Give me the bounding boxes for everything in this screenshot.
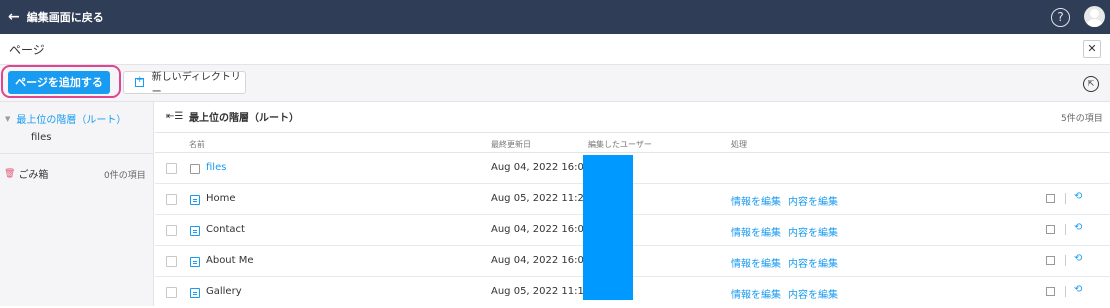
edit-info-link[interactable]: 情報を編集 — [731, 255, 781, 270]
action-divider — [1065, 255, 1066, 266]
new-directory-button[interactable]: 新しいディレクトリー — [123, 71, 246, 98]
column-name[interactable]: 名前 — [189, 139, 205, 150]
trash-count: 0件の項目 — [104, 171, 146, 181]
sidebar — [0, 102, 154, 306]
arrow-left-icon: ← — [8, 9, 20, 25]
avatar[interactable] — [1084, 6, 1105, 27]
edit-info-link[interactable]: 情報を編集 — [731, 224, 781, 239]
top-bar: ← 編集画面に戻る — [0, 0, 1110, 34]
row-name[interactable]: Contact — [206, 224, 245, 235]
edit-info-link[interactable]: 情報を編集 — [731, 193, 781, 208]
row-date: Aug 05, 2022 11:20 — [491, 193, 591, 204]
history-icon[interactable]: ⟲ — [1074, 191, 1082, 202]
row-name[interactable]: Gallery — [206, 286, 242, 297]
row-checkbox[interactable] — [166, 225, 177, 236]
sidebar-divider — [0, 153, 154, 154]
item-count: 5件の項目 — [1061, 114, 1103, 124]
tree-root-label: 最上位の階層（ルート） — [16, 115, 127, 126]
edit-content-link[interactable]: 内容を編集 — [788, 286, 838, 301]
preview-icon[interactable] — [1046, 287, 1055, 296]
preview-icon[interactable] — [1046, 194, 1055, 203]
preview-icon[interactable] — [1046, 256, 1055, 265]
caret-down-icon: ▼ — [5, 114, 11, 123]
column-user[interactable]: 編集したユーザー — [588, 139, 652, 150]
collapse-list-icon[interactable]: ⇤☰ — [166, 111, 183, 122]
page-icon — [190, 257, 200, 267]
new-directory-label: 新しいディレクトリー — [151, 71, 241, 98]
history-icon[interactable]: ⟲ — [1074, 253, 1082, 264]
redaction-block — [583, 155, 633, 300]
back-label: 編集画面に戻る — [26, 11, 104, 24]
row-checkbox[interactable] — [166, 163, 177, 174]
row-date: Aug 05, 2022 11:19 — [491, 286, 591, 297]
trash-item[interactable]: 🗑 ごみ箱 — [4, 166, 49, 182]
edit-content-link[interactable]: 内容を編集 — [788, 193, 838, 208]
row-name[interactable]: About Me — [206, 255, 254, 266]
add-page-button[interactable]: ページを追加する — [8, 71, 110, 94]
history-icon[interactable]: ⟲ — [1074, 222, 1082, 233]
current-directory-label: 最上位の階層（ルート） — [189, 113, 299, 124]
tree-root-item[interactable]: ▼ 最上位の階層（ルート） — [5, 111, 127, 127]
row-date: Aug 04, 2022 16:03 — [491, 255, 591, 266]
row-checkbox[interactable] — [166, 287, 177, 298]
row-name[interactable]: Home — [206, 193, 236, 204]
export-icon[interactable]: ⇱ — [1083, 76, 1099, 92]
action-divider — [1065, 193, 1066, 204]
page-icon — [190, 195, 200, 205]
trash-icon: 🗑 — [4, 168, 16, 179]
history-icon[interactable]: ⟲ — [1074, 284, 1082, 295]
help-icon[interactable]: ? — [1051, 8, 1070, 27]
add-folder-icon — [135, 75, 144, 87]
folder-icon — [190, 164, 200, 174]
edit-content-link[interactable]: 内容を編集 — [788, 255, 838, 270]
back-to-editor-link[interactable]: ← 編集画面に戻る — [8, 9, 104, 25]
row-date: Aug 04, 2022 16:03 — [491, 162, 591, 173]
row-checkbox[interactable] — [166, 256, 177, 267]
page-icon — [190, 226, 200, 236]
column-actions: 処理 — [731, 140, 747, 149]
action-divider — [1065, 286, 1066, 297]
close-button[interactable]: ✕ — [1083, 40, 1101, 58]
row-name[interactable]: files — [206, 162, 226, 173]
page-title: ページ — [9, 42, 45, 57]
action-divider — [1065, 224, 1066, 235]
page-header: ページ — [0, 34, 1110, 65]
edit-info-link[interactable]: 情報を編集 — [731, 286, 781, 301]
tree-item-files[interactable]: files — [31, 132, 51, 143]
row-checkbox[interactable] — [166, 194, 177, 205]
column-updated[interactable]: 最終更新日 — [491, 139, 531, 150]
row-date: Aug 04, 2022 16:03 — [491, 224, 591, 235]
page-icon — [190, 288, 200, 298]
trash-label: ごみ箱 — [18, 170, 49, 181]
preview-icon[interactable] — [1046, 225, 1055, 234]
edit-content-link[interactable]: 内容を編集 — [788, 224, 838, 239]
